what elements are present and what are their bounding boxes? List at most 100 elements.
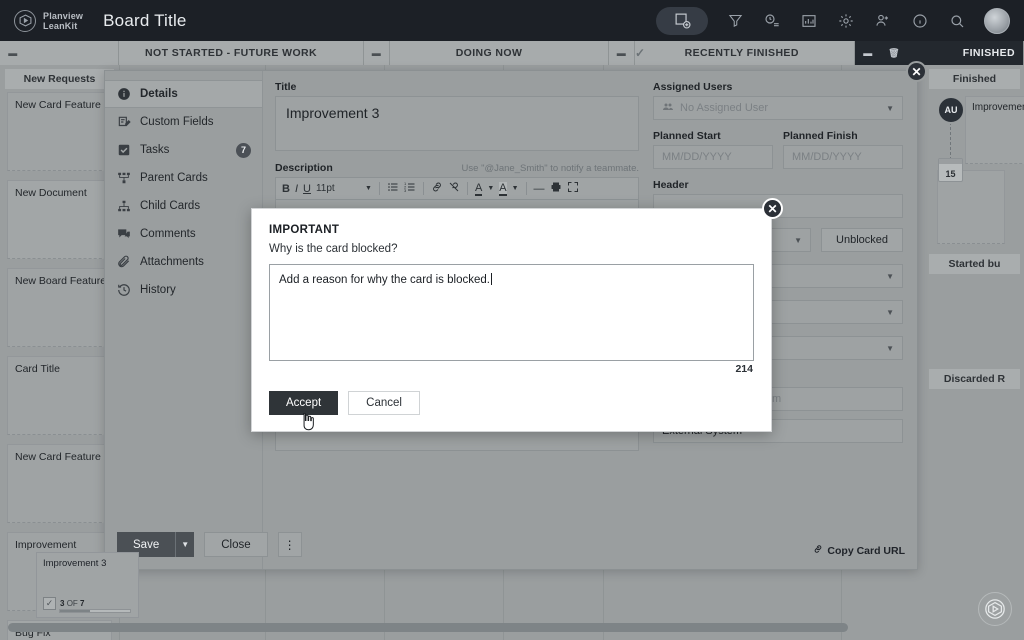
checkbox-icon: ✓ [43, 597, 56, 610]
unblocked-button[interactable]: Unblocked [821, 228, 903, 252]
font-size-select[interactable]: 11pt ▼ [316, 183, 372, 194]
mouse-cursor [299, 412, 315, 437]
bullet-list-icon[interactable] [387, 181, 399, 196]
planned-finish-group: Planned Finish MM/DD/YYYY [783, 130, 903, 169]
italic-button[interactable]: I [295, 183, 298, 195]
assigned-users-select[interactable]: No Assigned User ▼ [653, 96, 903, 120]
more-options-button[interactable]: ⋮ [277, 532, 302, 557]
number-list-icon[interactable]: 123 [404, 181, 416, 196]
modal-button-row: Accept Cancel [269, 391, 420, 415]
settings-gear-icon[interactable] [836, 11, 856, 31]
sidebar-item-custom-fields[interactable]: Custom Fields [105, 108, 262, 136]
avatar[interactable]: AU [937, 96, 965, 124]
copy-card-url-label: Copy Card URL [827, 544, 905, 557]
horizontal-rule-button[interactable]: — [534, 183, 545, 195]
started-lane-body [929, 277, 1020, 363]
sidebar-item-comments[interactable]: Comments [105, 220, 262, 248]
sidebar-item-label: Tasks [140, 144, 170, 156]
lane-title-discarded: Discarded R [929, 369, 1020, 389]
grip-icon: ▬ [8, 48, 18, 58]
link-icon[interactable] [431, 181, 443, 196]
print-icon[interactable] [550, 181, 562, 196]
chevron-down-icon[interactable]: ▼ [487, 185, 494, 192]
sidebar-item-history[interactable]: History [105, 276, 262, 304]
sidebar-item-label: Parent Cards [140, 172, 208, 184]
filter-icon[interactable] [725, 11, 745, 31]
fullscreen-icon[interactable] [567, 181, 579, 196]
lane-header-finished[interactable]: ▬ 🗑 FINISHED [855, 41, 1024, 65]
brand-name: Planview LeanKit [43, 10, 84, 31]
copy-card-url-link[interactable]: Copy Card URL [813, 544, 905, 557]
sidebar-item-attachments[interactable]: Attachments [105, 248, 262, 276]
unlink-icon[interactable] [448, 181, 460, 196]
close-icon[interactable]: ✕ [762, 198, 783, 219]
text-color-button[interactable]: A [474, 182, 483, 196]
check-icon: ✓ [635, 46, 646, 60]
add-user-icon[interactable] [873, 11, 893, 31]
sidebar-item-details[interactable]: Details [105, 80, 262, 108]
title-input[interactable]: Improvement 3 [275, 96, 639, 151]
sidebar-item-label: Comments [140, 228, 196, 240]
sidebar-item-child-cards[interactable]: Child Cards [105, 192, 262, 220]
trash-icon[interactable]: 🗑 [881, 48, 907, 59]
finished-lane-body: AU 15 Improvement [929, 92, 1024, 248]
assigned-users-label: Assigned Users [653, 81, 733, 93]
app-root: Planview LeanKit Board Title ▬ NOT START… [0, 0, 1024, 640]
planned-finish-input[interactable]: MM/DD/YYYY [783, 145, 903, 169]
lane-grip-doing-now[interactable]: ▬ [364, 41, 390, 65]
info-icon[interactable] [910, 11, 930, 31]
underline-button[interactable]: U [303, 183, 311, 195]
list-item[interactable]: Improvement [965, 96, 1024, 164]
save-dropdown-icon[interactable]: ▼ [175, 532, 195, 557]
planview-logo-icon [14, 9, 36, 32]
sidebar-item-tasks[interactable]: Tasks 7 [105, 136, 262, 164]
blocked-reason-textarea[interactable]: Add a reason for why the card is blocked… [269, 264, 754, 361]
analytics-icon[interactable] [799, 11, 819, 31]
lane-header-recently-finished[interactable]: ✓ RECENTLY FINISHED [635, 41, 855, 65]
planned-finish-label: Planned Finish [783, 130, 858, 142]
search-icon[interactable] [947, 11, 967, 31]
close-icon[interactable]: ✕ [906, 61, 927, 82]
horizontal-scrollbar[interactable] [8, 623, 848, 632]
sidebar-item-label: Custom Fields [140, 116, 214, 128]
description-toolbar: B I U 11pt ▼ 123 A ▼ A ▼ — [275, 177, 639, 199]
lane-header-doing-now[interactable]: DOING NOW [390, 41, 609, 65]
history-icon [116, 283, 131, 298]
font-size-value: 11pt [315, 183, 335, 194]
add-card-icon[interactable] [656, 6, 708, 35]
top-navigation-bar: Planview LeanKit Board Title [0, 0, 1024, 41]
card-dialog-footer: Save ▼ Close ⋮ [117, 532, 302, 557]
planned-start-group: Planned Start MM/DD/YYYY [653, 130, 773, 169]
paperclip-icon [116, 255, 131, 270]
divider [525, 182, 527, 195]
list-item[interactable]: New Board Feature [7, 268, 112, 347]
timer-icon[interactable] [762, 11, 782, 31]
planned-start-label: Planned Start [653, 130, 721, 142]
lane-header-not-started[interactable]: NOT STARTED - FUTURE WORK [119, 41, 364, 65]
planview-help-icon[interactable] [978, 592, 1012, 626]
card-dialog-sidebar: Details Custom Fields Tasks 7 Parent Car… [105, 71, 263, 569]
cancel-button[interactable]: Cancel [348, 391, 420, 415]
sidebar-item-parent-cards[interactable]: Parent Cards [105, 164, 262, 192]
lane-grip-recently-finished[interactable]: ▬ [609, 41, 635, 65]
divider [378, 182, 380, 195]
avatar[interactable] [984, 7, 1010, 34]
board-title: Board Title [103, 10, 187, 30]
list-item[interactable]: New Card Feature [7, 444, 112, 523]
list-item[interactable]: New Document [7, 180, 112, 259]
brand-logo-group[interactable]: Planview LeanKit [14, 9, 84, 32]
chevron-down-icon: ▼ [794, 235, 803, 245]
highlight-color-button[interactable]: A [499, 181, 507, 196]
blocked-reason-value: Add a reason for why the card is blocked… [279, 274, 490, 286]
card-preview[interactable]: Improvement 3 ✓ 3 OF 7 [36, 552, 139, 618]
assigned-users-value: No Assigned User [680, 102, 769, 114]
lane-header-collapse-left[interactable]: ▬ [0, 41, 119, 65]
close-button[interactable]: Close [204, 532, 268, 557]
planned-start-input[interactable]: MM/DD/YYYY [653, 145, 773, 169]
list-item[interactable]: New Card Feature [7, 92, 112, 171]
list-item[interactable]: Card Title [7, 356, 112, 435]
chevron-down-icon[interactable]: ▼ [512, 185, 519, 192]
bold-button[interactable]: B [282, 183, 290, 195]
grip-icon: ▬ [371, 48, 382, 58]
finished-column: Finished AU 15 Improvement Started bu Di… [925, 65, 1024, 640]
